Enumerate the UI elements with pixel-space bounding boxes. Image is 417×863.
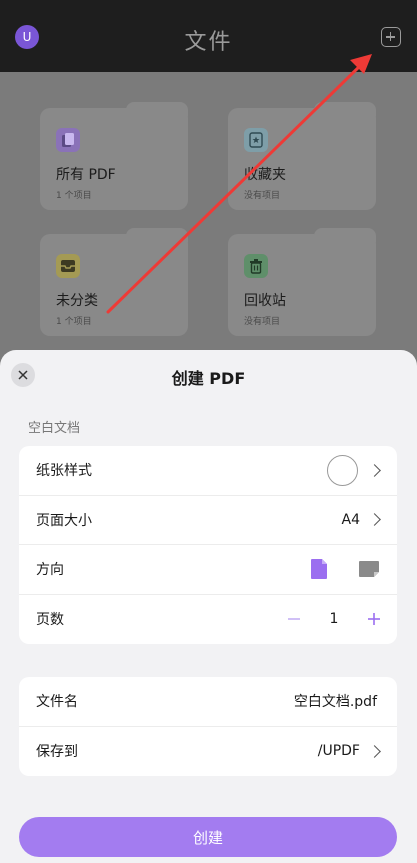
folder-name: 所有 PDF xyxy=(56,167,116,183)
folder-count: 没有项目 xyxy=(244,191,281,201)
paper-style-label: 纸张样式 xyxy=(36,463,92,480)
orientation-label: 方向 xyxy=(36,562,64,579)
document-settings-card: 纸张样式 页面大小 A4 方向 页数 1 xyxy=(19,446,397,644)
create-pdf-sheet: 创建 PDF 空白文档 纸张样式 页面大小 A4 方向 页数 1 文件名 空白文… xyxy=(0,350,417,863)
chevron-right-icon xyxy=(368,463,381,477)
chevron-right-icon xyxy=(368,744,381,758)
file-name-row[interactable]: 文件名 空白文档.pdf xyxy=(19,677,397,727)
file-settings-card: 文件名 空白文档.pdf 保存到 /UPDF xyxy=(19,677,397,776)
sheet-title: 创建 PDF xyxy=(171,369,246,388)
page-count-row: 页数 1 xyxy=(19,595,397,645)
folder-count: 没有项目 xyxy=(244,317,281,327)
trash-icon xyxy=(244,254,268,278)
file-name-value[interactable]: 空白文档.pdf xyxy=(294,691,377,711)
save-to-label: 保存到 xyxy=(36,744,78,761)
star-folder-icon xyxy=(244,128,268,152)
page-count-value: 1 xyxy=(329,611,339,628)
page-size-row[interactable]: 页面大小 A4 xyxy=(19,496,397,545)
page-title: 文件 xyxy=(184,30,233,55)
page-size-value: A4 xyxy=(341,511,360,528)
plus-icon[interactable] xyxy=(367,612,381,626)
folder-card-all-pdf[interactable]: 所有 PDF 1 个项目 xyxy=(40,102,188,210)
save-to-value: /UPDF xyxy=(317,743,360,760)
page-count-stepper: 1 xyxy=(287,611,381,627)
folder-count: 1 个项目 xyxy=(56,191,92,201)
folder-card-trash[interactable]: 回收站 没有项目 xyxy=(228,228,376,336)
pdf-stack-icon xyxy=(56,128,80,152)
minus-icon[interactable] xyxy=(287,612,301,626)
landscape-orientation-icon[interactable] xyxy=(358,560,380,578)
folder-card-uncategorized[interactable]: 未分类 1 个项目 xyxy=(40,228,188,336)
paper-style-row[interactable]: 纸张样式 xyxy=(19,446,397,496)
save-to-row[interactable]: 保存到 /UPDF xyxy=(19,727,397,777)
folder-name: 回收站 xyxy=(244,293,286,309)
page-count-label: 页数 xyxy=(36,612,64,629)
app-header: U 文件 xyxy=(0,0,417,72)
section-label: 空白文档 xyxy=(28,421,81,436)
file-name-label: 文件名 xyxy=(36,694,78,711)
orientation-row: 方向 xyxy=(19,545,397,595)
portrait-orientation-icon[interactable] xyxy=(310,558,328,580)
paper-color-swatch[interactable] xyxy=(327,454,358,486)
folder-name: 未分类 xyxy=(56,293,98,309)
folder-name: 收藏夹 xyxy=(244,167,286,183)
add-button[interactable] xyxy=(381,27,401,47)
inbox-tray-icon xyxy=(56,254,80,278)
folder-card-favorites[interactable]: 收藏夹 没有项目 xyxy=(228,102,376,210)
chevron-right-icon xyxy=(368,513,381,527)
create-button[interactable]: 创建 xyxy=(19,817,397,857)
folder-count: 1 个项目 xyxy=(56,317,92,327)
page-size-label: 页面大小 xyxy=(36,512,92,529)
